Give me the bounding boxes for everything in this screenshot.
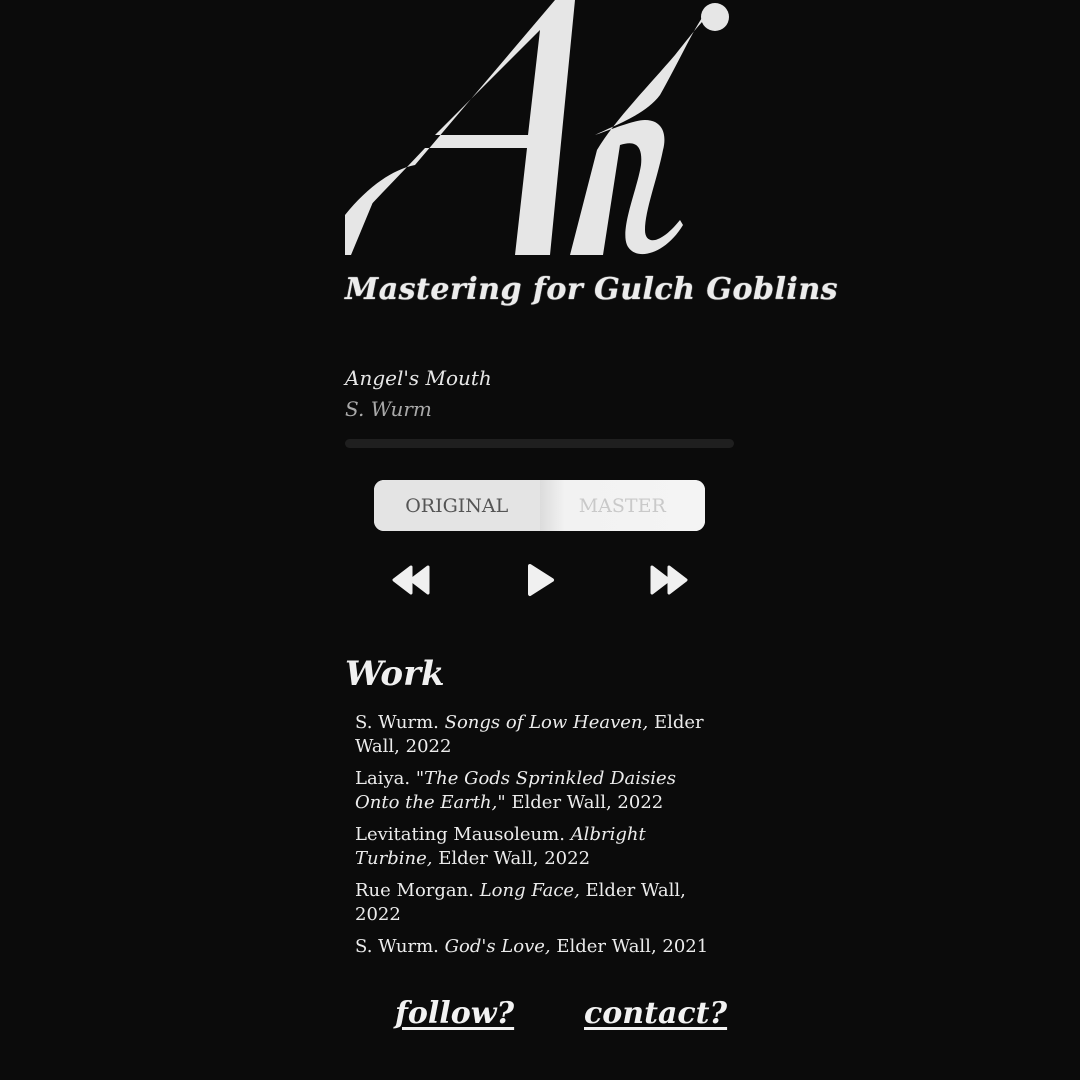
work-item: Rue Morgan. Long Face, Elder Wall, 2022 <box>355 879 715 927</box>
work-artist: S. Wurm. <box>355 712 439 733</box>
toggle-master[interactable]: MASTER <box>539 480 705 531</box>
play-icon <box>528 564 554 596</box>
work-item: S. Wurm. Songs of Low Heaven, Elder Wall… <box>355 711 715 759</box>
work-label-year: Elder Wall, 2022 <box>438 848 591 869</box>
toggle-original[interactable]: ORIGINAL <box>374 480 540 531</box>
work-artist: S. Wurm. <box>355 936 439 957</box>
fast-forward-button[interactable] <box>647 560 691 600</box>
work-label-year: Elder Wall, 2021 <box>556 936 709 957</box>
ak-monogram <box>345 0 729 255</box>
work-album: Songs of Low Heaven, <box>444 712 649 733</box>
work-album: Long Face, <box>479 880 580 901</box>
work-item: Laiya. "The Gods Sprinkled Daisies Onto … <box>355 767 715 815</box>
work-list: S. Wurm. Songs of Low Heaven, Elder Wall… <box>355 711 715 967</box>
rewind-icon <box>392 565 430 595</box>
ak-logo <box>345 0 735 265</box>
contact-link[interactable]: contact? <box>584 996 727 1031</box>
tagline: Mastering for Gulch Goblins <box>345 272 839 307</box>
progress-bar[interactable] <box>345 439 734 448</box>
work-label-year: Elder Wall, 2022 <box>511 792 664 813</box>
follow-link[interactable]: follow? <box>395 996 514 1031</box>
play-button[interactable] <box>518 560 562 600</box>
rewind-button[interactable] <box>389 560 433 600</box>
track-artist: S. Wurm <box>345 397 432 421</box>
work-heading: Work <box>345 654 445 694</box>
track-title: Angel's Mouth <box>345 366 492 390</box>
main-column: Mastering for Gulch Goblins Angel's Mout… <box>345 0 839 1080</box>
work-item: Levitating Mausoleum. Albright Turbine, … <box>355 823 715 871</box>
work-item: S. Wurm. God's Love, Elder Wall, 2021 <box>355 935 715 959</box>
work-artist: Rue Morgan. <box>355 880 474 901</box>
work-artist: Laiya. <box>355 768 411 789</box>
fast-forward-icon <box>650 565 688 595</box>
transport-controls <box>345 560 735 600</box>
work-album: God's Love, <box>444 936 551 957</box>
work-artist: Levitating Mausoleum. <box>355 824 565 845</box>
original-master-toggle[interactable]: ORIGINAL MASTER <box>374 480 705 531</box>
